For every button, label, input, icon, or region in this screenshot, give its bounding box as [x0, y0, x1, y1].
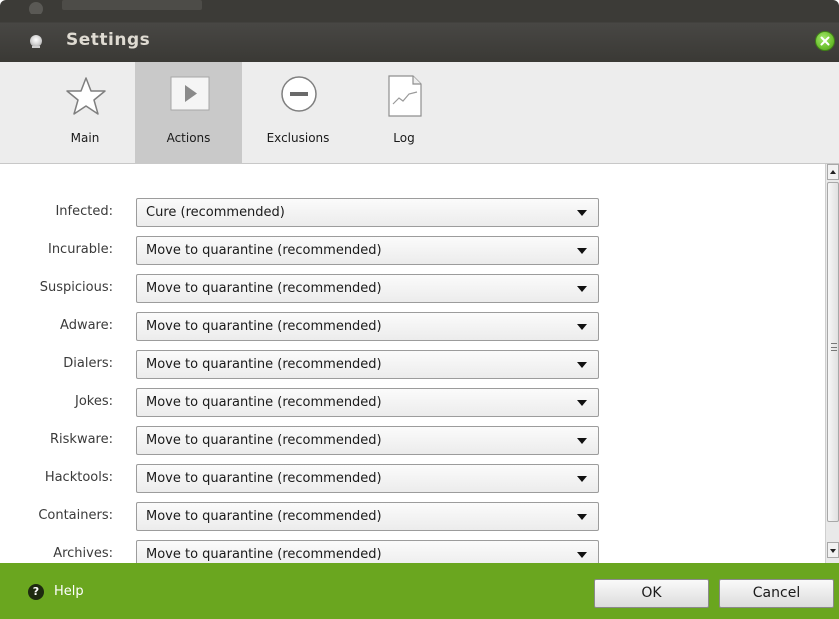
jokes-action-select[interactable]: Move to quarantine (recommended)	[136, 388, 599, 417]
minus-circle-icon	[281, 76, 317, 112]
dropdown-arrow-icon	[577, 248, 587, 254]
row-label: Riskware:	[50, 432, 113, 447]
action-row-infected: Infected: Cure (recommended)	[0, 198, 610, 228]
select-value: Move to quarantine (recommended)	[146, 509, 382, 524]
action-row-suspicious: Suspicious: Move to quarantine (recommen…	[0, 274, 610, 304]
action-row-hacktools: Hacktools: Move to quarantine (recommend…	[0, 464, 610, 494]
select-value: Move to quarantine (recommended)	[146, 471, 382, 486]
action-row-adware: Adware: Move to quarantine (recommended)	[0, 312, 610, 342]
log-document-icon	[388, 75, 422, 117]
select-value: Cure (recommended)	[146, 205, 285, 220]
riskware-action-select[interactable]: Move to quarantine (recommended)	[136, 426, 599, 455]
adware-action-select[interactable]: Move to quarantine (recommended)	[136, 312, 599, 341]
scroll-up-arrow-icon[interactable]	[827, 164, 839, 180]
archives-action-select[interactable]: Move to quarantine (recommended)	[136, 540, 599, 563]
action-row-incurable: Incurable: Move to quarantine (recommend…	[0, 236, 610, 266]
help-link[interactable]: Help	[54, 584, 84, 599]
row-label: Archives:	[53, 546, 113, 561]
action-row-archives: Archives: Move to quarantine (recommende…	[0, 540, 610, 563]
containers-action-select[interactable]: Move to quarantine (recommended)	[136, 502, 599, 531]
dialog-footer: ? Help OK Cancel	[0, 563, 839, 619]
row-label: Dialers:	[63, 356, 113, 371]
select-value: Move to quarantine (recommended)	[146, 281, 382, 296]
action-row-jokes: Jokes: Move to quarantine (recommended)	[0, 388, 610, 418]
tab-log[interactable]: Log	[354, 62, 454, 164]
ok-button[interactable]: OK	[594, 579, 709, 608]
incurable-action-select[interactable]: Move to quarantine (recommended)	[136, 236, 599, 265]
row-label: Containers:	[38, 508, 113, 523]
hacktools-action-select[interactable]: Move to quarantine (recommended)	[136, 464, 599, 493]
select-value: Move to quarantine (recommended)	[146, 319, 382, 334]
cancel-button[interactable]: Cancel	[719, 579, 834, 608]
window-title: Settings	[66, 30, 151, 50]
scrollbar-grip-icon	[831, 343, 837, 351]
row-label: Hacktools:	[44, 470, 113, 485]
tab-exclusions[interactable]: Exclusions	[248, 62, 348, 164]
dropdown-arrow-icon	[577, 514, 587, 520]
select-value: Move to quarantine (recommended)	[146, 395, 382, 410]
action-row-containers: Containers: Move to quarantine (recommen…	[0, 502, 610, 532]
settings-toolbar: Main Actions Exclusions Log	[0, 62, 839, 164]
app-icon	[30, 35, 42, 48]
suspicious-action-select[interactable]: Move to quarantine (recommended)	[136, 274, 599, 303]
row-label: Suspicious:	[39, 280, 113, 295]
infected-action-select[interactable]: Cure (recommended)	[136, 198, 599, 227]
scrollbar-thumb[interactable]	[827, 182, 839, 522]
dialers-action-select[interactable]: Move to quarantine (recommended)	[136, 350, 599, 379]
help-icon[interactable]: ?	[28, 584, 44, 600]
dropdown-arrow-icon	[577, 400, 587, 406]
title-bar[interactable]: Settings	[0, 0, 839, 62]
scroll-down-arrow-icon[interactable]	[827, 542, 839, 558]
dropdown-arrow-icon	[577, 286, 587, 292]
settings-window: Settings Main Actions Exclusions Log Inf…	[0, 0, 839, 619]
row-label: Infected:	[55, 204, 113, 219]
tab-actions-label: Actions	[166, 131, 211, 145]
background-window-ghost	[14, 0, 204, 14]
row-label: Incurable:	[47, 242, 113, 257]
tab-log-label: Log	[393, 131, 415, 145]
dropdown-arrow-icon	[577, 210, 587, 216]
close-icon	[820, 36, 830, 46]
dropdown-arrow-icon	[577, 552, 587, 558]
select-value: Move to quarantine (recommended)	[146, 433, 382, 448]
dropdown-arrow-icon	[577, 438, 587, 444]
row-label: Jokes:	[74, 394, 113, 409]
action-row-riskware: Riskware: Move to quarantine (recommende…	[0, 426, 610, 456]
vertical-scrollbar[interactable]	[825, 164, 839, 563]
dropdown-arrow-icon	[577, 362, 587, 368]
tab-main-label: Main	[70, 131, 100, 145]
select-value: Move to quarantine (recommended)	[146, 243, 382, 258]
select-value: Move to quarantine (recommended)	[146, 547, 382, 562]
tab-main[interactable]: Main	[35, 62, 135, 164]
row-label: Adware:	[60, 318, 113, 333]
select-value: Move to quarantine (recommended)	[146, 357, 382, 372]
tab-actions[interactable]: Actions	[135, 62, 242, 164]
tab-exclusions-label: Exclusions	[266, 131, 330, 145]
play-icon	[170, 76, 210, 111]
dropdown-arrow-icon	[577, 476, 587, 482]
star-icon	[66, 77, 106, 115]
close-button[interactable]	[815, 31, 835, 51]
actions-panel: Infected: Cure (recommended) Incurable: …	[0, 164, 839, 563]
action-row-dialers: Dialers: Move to quarantine (recommended…	[0, 350, 610, 380]
dropdown-arrow-icon	[577, 324, 587, 330]
